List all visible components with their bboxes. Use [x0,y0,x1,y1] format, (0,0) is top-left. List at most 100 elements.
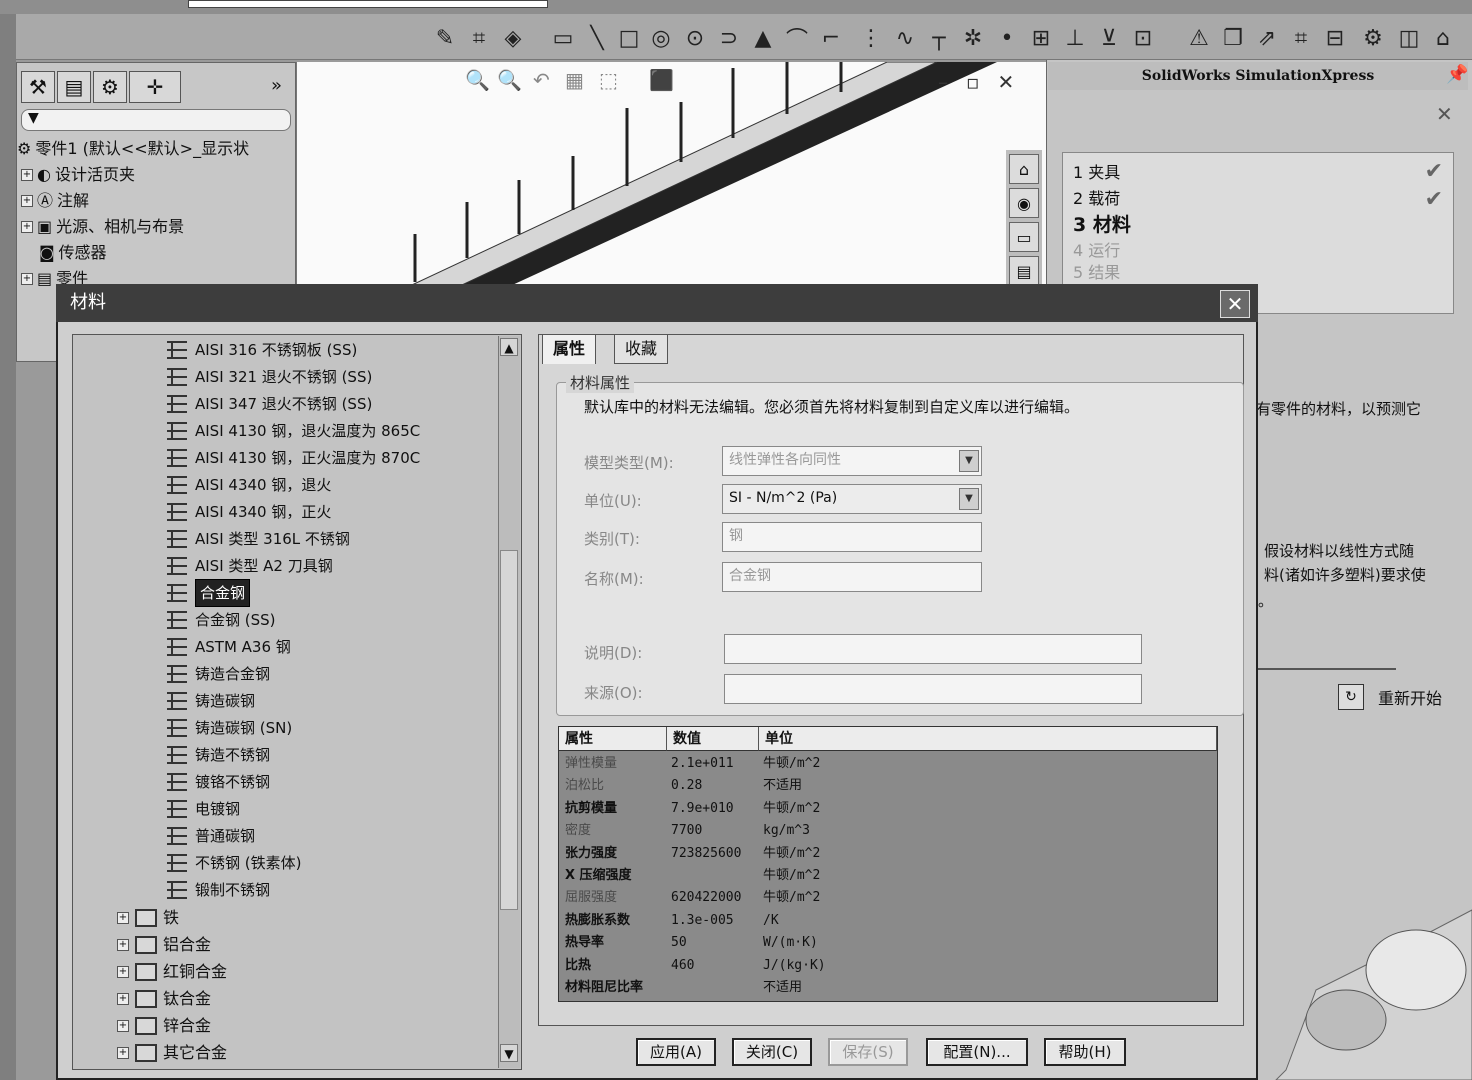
offset-tool-icon[interactable]: ⌐ [818,24,844,52]
save-button[interactable]: 保存(S) [828,1038,908,1066]
restart-link[interactable]: ↻ 重新开始 [1338,684,1442,710]
material-item[interactable]: 不锈钢 (铁素体) [167,850,301,876]
material-item[interactable]: 铸造碳钢 (SN) [167,715,292,741]
expand-icon[interactable]: + [21,273,33,285]
tree-item-lights-cameras[interactable]: + ▣ 光源、相机与布景 [21,215,184,239]
scroll-down-icon[interactable]: ▼ [500,1044,518,1062]
arc-tool-icon[interactable]: ⊃ [716,24,742,52]
circle-tool-icon[interactable]: ◎ [648,24,674,52]
material-item[interactable]: AISI 类型 A2 刀具钢 [167,553,333,579]
expand-icon[interactable]: + [117,912,129,924]
fillet-tool-icon[interactable]: ⌒ [784,24,810,53]
move-icon[interactable]: ⇗ [1254,24,1280,52]
tree-item-annotations[interactable]: + Ⓐ 注解 [21,189,89,213]
expand-icon[interactable]: + [117,1020,129,1032]
dimxpert-tab-icon[interactable]: ✛ [129,71,181,103]
tab-favorites[interactable]: 收藏 [614,334,669,364]
config-button[interactable]: 配置(N)... [926,1038,1028,1066]
scroll-up-icon[interactable]: ▲ [500,338,518,356]
property-manager-tab-icon[interactable]: ▤ [57,71,91,103]
description-field[interactable] [724,634,1142,664]
spline-tool-icon[interactable]: ∿ [892,24,918,52]
column-header-value[interactable]: 数值 [667,727,759,751]
plane-tool-icon[interactable]: ⊞ [1028,24,1054,52]
table-row[interactable]: 密度 7700 kg/m^3 [559,820,1217,842]
material-item[interactable]: 电镀钢 [167,796,240,822]
expand-icon[interactable]: + [117,939,129,951]
tab-properties[interactable]: 属性 [542,334,597,364]
material-item[interactable]: AISI 4340 钢，正火 [167,499,331,525]
table-row[interactable]: 热导率 50 W/(m·K) [559,932,1217,954]
material-item[interactable]: 铸造合金钢 [167,661,270,687]
help-button[interactable]: 帮助(H) [1044,1038,1126,1066]
resources-tab-icon[interactable]: ⌂ [1009,154,1039,184]
material-folder[interactable]: + 钛合金 [117,986,211,1012]
table-row[interactable]: 热膨胀系数 1.3e-005/K [559,910,1217,932]
material-folder[interactable]: + 铝合金 [117,932,211,958]
material-item-selected[interactable]: 合金钢 [167,579,251,607]
trim-tool-icon[interactable]: ┬ [926,24,952,52]
warning-icon[interactable]: ⚠ [1186,24,1212,52]
top-search-field[interactable] [188,0,548,8]
sketch-icon[interactable]: ✎ [432,24,458,52]
configuration-tab-icon[interactable]: ⚙ [93,71,127,103]
material-item[interactable]: AISI 4340 钢，退火 [167,472,331,498]
copy-icon[interactable]: ❐ [1220,24,1246,52]
file-explorer-tab-icon[interactable]: ▭ [1009,222,1039,252]
apply-button[interactable]: 应用(A) [636,1038,716,1066]
material-item[interactable]: AISI 347 退火不锈钢 (SS) [167,391,372,417]
step-loads[interactable]: 2 载荷 [1073,187,1120,211]
table-row[interactable]: 屈服强度 620422000 牛顿/m^2 [559,887,1217,909]
edit-icon[interactable]: ◈ [500,24,526,52]
point-tool-icon[interactable]: • [994,24,1020,52]
viewport-window-controls[interactable]: –▫✕ [938,70,1032,94]
material-item[interactable]: 锻制不锈钢 [167,877,270,903]
tree-scrollbar-thumb[interactable] [500,550,518,910]
table-row[interactable]: 弹性模量 2.1e+011 牛顿/m^2 [559,753,1217,775]
smart-dimension-icon[interactable]: ⌗ [466,24,492,52]
expand-icon[interactable]: + [117,993,129,1005]
graphics-viewport[interactable]: 🔍 🔍 ↶ ▦ ⬚ ⬛ [296,62,1046,292]
material-item[interactable]: AISI 类型 316L 不锈钢 [167,526,350,552]
material-item[interactable]: 普通碳钢 [167,823,255,849]
source-field[interactable] [724,674,1142,704]
material-item[interactable]: 铸造不锈钢 [167,742,270,768]
table-row[interactable]: 比热 460 J/(kg·K) [559,955,1217,977]
column-header-units[interactable]: 单位 [759,727,1217,751]
expand-icon[interactable]: + [21,195,33,207]
category-field[interactable]: 钢 [722,522,982,552]
feature-filter-input[interactable]: ▼ [21,109,291,131]
name-field[interactable]: 合金钢 [722,562,982,592]
feature-tree-tab-icon[interactable]: ⚒ [21,71,55,103]
relation-tool-icon[interactable]: ⊥ [1062,24,1088,52]
expand-icon[interactable]: + [21,221,33,233]
material-item[interactable]: 铸造碳钢 [167,688,255,714]
table-row[interactable]: 张力强度 723825600 牛顿/m^2 [559,843,1217,865]
step-material[interactable]: 3 材料 [1073,213,1131,237]
tree-item-sensors[interactable]: ◙ 传感器 [39,241,107,265]
grid-icon[interactable]: ⌗ [1288,24,1314,52]
rectangle-tool-icon[interactable]: ▭ [550,24,576,52]
material-item[interactable]: AISI 4130 钢，正火温度为 870C [167,445,420,471]
material-item[interactable]: 合金钢 (SS) [167,607,276,633]
expand-icon[interactable]: + [21,169,33,181]
material-item[interactable]: AISI 4130 钢，退火温度为 865C [167,418,420,444]
step-results[interactable]: 5 结果 [1073,261,1120,285]
pattern-tool-icon[interactable]: ✲ [960,24,986,52]
material-item[interactable]: ASTM A36 钢 [167,634,291,660]
material-item[interactable]: AISI 321 退火不锈钢 (SS) [167,364,372,390]
expand-icon[interactable]: + [117,1047,129,1059]
column-header-property[interactable]: 属性 [559,727,667,751]
line-tool-icon[interactable]: ╲ [584,24,610,52]
triangle-tool-icon[interactable]: ▲ [750,24,776,52]
material-item[interactable]: 镀铬不锈钢 [167,769,270,795]
box-tool-icon[interactable]: □ [616,24,642,52]
layers-icon[interactable]: ◫ [1396,24,1422,52]
expand-panel-icon[interactable]: » [271,75,282,96]
model-type-dropdown[interactable]: 线性弹性各向同性 ▼ [722,446,982,476]
mirror-tool-icon[interactable]: ⊡ [1130,24,1156,52]
fix-tool-icon[interactable]: ⊻ [1096,24,1122,52]
table-row[interactable]: 材料阻尼比率 不适用 [559,977,1217,999]
expand-icon[interactable]: + [117,966,129,978]
settings-icon[interactable]: ⚙ [1360,24,1386,52]
